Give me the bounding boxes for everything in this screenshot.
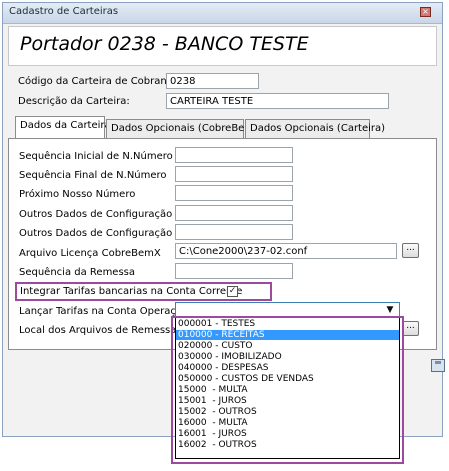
codigo-label: Código da Carteira de Cobrança: [18, 76, 182, 87]
browse-arquivo-button[interactable]: ... [402, 243, 419, 258]
descricao-input[interactable]: CARTEIRA TESTE [166, 93, 389, 109]
proximo-nosso-numero-input[interactable] [175, 185, 293, 201]
outros-config-2-input[interactable] [175, 224, 293, 240]
codigo-input[interactable]: 0238 [166, 73, 259, 89]
seq-inicial-label: Sequência Inicial de N.Número [19, 151, 173, 162]
dropdown-highlight-box [171, 316, 404, 464]
seq-final-input[interactable] [175, 166, 293, 182]
seq-inicial-input[interactable] [175, 147, 293, 163]
arquivo-licenca-label: Arquivo Licença CobreBemX [19, 248, 161, 259]
integrar-tarifas-label: Integrar Tarifas bancarias na Conta Corr… [20, 286, 243, 297]
descricao-label: Descrição da Carteira: [18, 96, 130, 107]
seq-remessa-input[interactable] [175, 263, 293, 279]
outros-config-1-label: Outros Dados de Configuração 1 [19, 209, 182, 220]
tab-dados-opcionais-cobrebemx[interactable]: Dados Opcionais (CobreBemX) [106, 119, 265, 139]
close-button[interactable]: × [420, 7, 431, 17]
page-title: Portador 0238 - BANCO TESTE [20, 33, 309, 55]
tab-dados-da-carteira[interactable]: Dados da Carteira [15, 116, 111, 139]
local-arquivos-label: Local dos Arquivos de Remessa: [19, 325, 180, 336]
window-title: Cadastro de Carteiras [9, 6, 119, 17]
arquivo-licenca-input[interactable]: C:\Cone2000\237-02.conf [175, 243, 397, 259]
outros-config-1-input[interactable] [175, 205, 293, 221]
outros-config-2-label: Outros Dados de Configuração 2 [19, 228, 182, 239]
close-icon: × [422, 7, 429, 16]
tab-dados-opcionais-carteira[interactable]: Dados Opcionais (Carteira) [245, 119, 385, 139]
proximo-nosso-numero-label: Próximo Nosso Número [19, 189, 136, 200]
browse-local-button[interactable]: ... [402, 321, 419, 336]
check-icon: ✓ [228, 286, 237, 296]
lancar-tarifas-label: Lançar Tarifas na Conta Operação: [19, 306, 192, 317]
integrar-tarifas-checkbox[interactable]: ✓ [227, 286, 238, 297]
chevron-down-icon[interactable]: ▼ [382, 303, 398, 317]
floppy-disk-icon[interactable] [431, 359, 445, 372]
seq-final-label: Sequência Final de N.Número [19, 170, 167, 181]
seq-remessa-label: Sequência da Remessa [19, 267, 136, 278]
